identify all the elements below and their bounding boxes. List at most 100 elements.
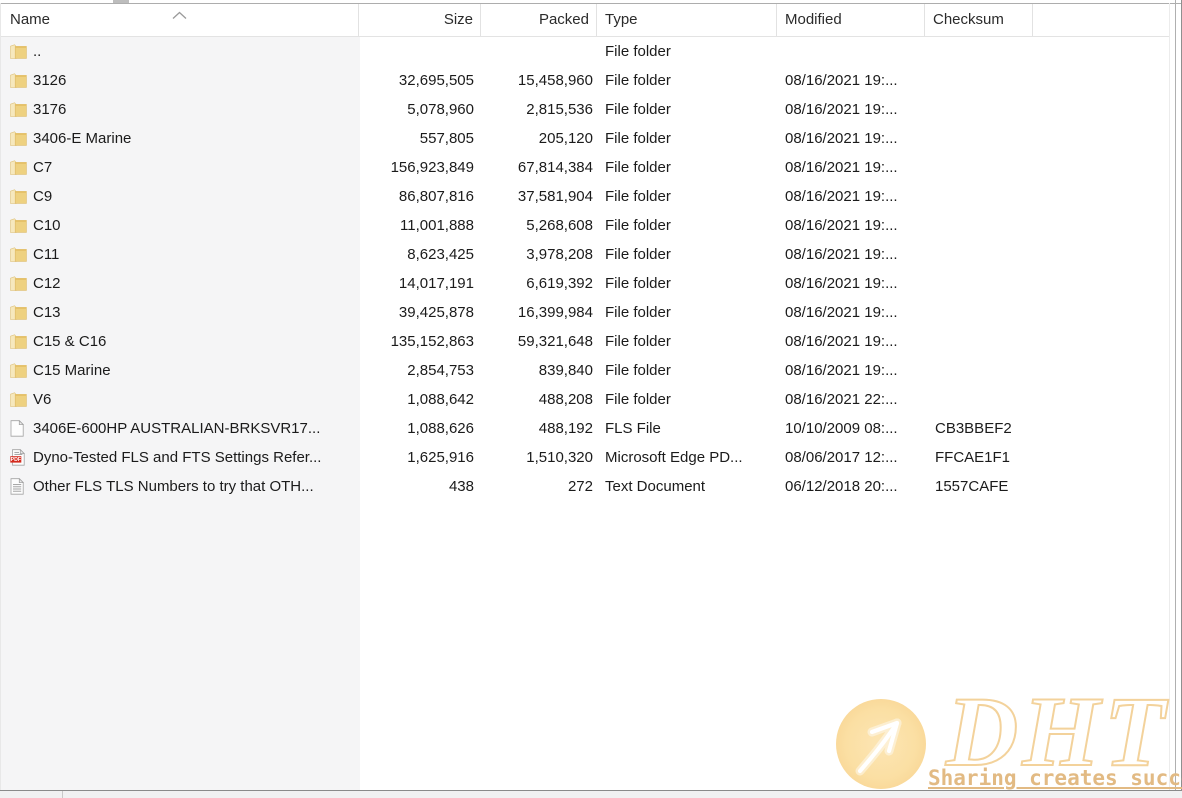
table-row[interactable]: V6 1,088,642 488,208 File folder 08/16/2… [0, 385, 1170, 414]
file-size: 557,805 [359, 124, 481, 153]
window-left-border [0, 3, 1, 790]
column-header-row: Name Size Packed Type Modified Checksum [0, 3, 1170, 37]
folder-icon [10, 102, 28, 118]
table-row[interactable]: C15 Marine 2,854,753 839,840 File folder… [0, 356, 1170, 385]
table-row[interactable]: 3406E-600HP AUSTRALIAN-BRKSVR17... 1,088… [0, 414, 1170, 443]
folder-icon [10, 160, 28, 176]
file-packed-size: 37,581,904 [481, 182, 597, 211]
file-packed-size: 16,399,984 [481, 298, 597, 327]
file-checksum [925, 95, 1033, 124]
file-type: File folder [597, 95, 777, 124]
file-name: C10 [33, 217, 61, 234]
file-modified-date: 10/10/2009 08:... [777, 414, 925, 443]
watermark-brand-text: DHT [946, 682, 1169, 782]
file-checksum [925, 182, 1033, 211]
column-header-type[interactable]: Type [597, 3, 777, 36]
file-name: C12 [33, 275, 61, 292]
table-row[interactable]: C12 14,017,191 6,619,392 File folder 08/… [0, 269, 1170, 298]
table-row[interactable]: 3126 32,695,505 15,458,960 File folder 0… [0, 66, 1170, 95]
file-type: File folder [597, 182, 777, 211]
text-file-icon [10, 479, 28, 495]
file-modified-date: 08/16/2021 19:... [777, 66, 925, 95]
file-checksum: 1557CAFE [925, 472, 1033, 501]
file-packed-size: 59,321,648 [481, 327, 597, 356]
file-size: 156,923,849 [359, 153, 481, 182]
file-size: 5,078,960 [359, 95, 481, 124]
folder-icon [10, 247, 28, 263]
file-checksum [925, 66, 1033, 95]
folder-icon [10, 189, 28, 205]
file-name: C13 [33, 304, 61, 321]
file-type: FLS File [597, 414, 777, 443]
window-top-notch [113, 0, 129, 3]
file-icon [10, 421, 28, 437]
column-header-packed-label: Packed [539, 11, 589, 28]
file-type: File folder [597, 153, 777, 182]
table-row[interactable]: C10 11,001,888 5,268,608 File folder 08/… [0, 211, 1170, 240]
table-row[interactable]: PDF Dyno-Tested FLS and FTS Settings Ref… [0, 443, 1170, 472]
folder-icon [10, 218, 28, 234]
file-packed-size: 67,814,384 [481, 153, 597, 182]
column-header-checksum[interactable]: Checksum [925, 3, 1033, 36]
folder-icon [10, 276, 28, 292]
file-checksum: FFCAE1F1 [925, 443, 1033, 472]
column-header-packed[interactable]: Packed [481, 3, 597, 36]
file-type: File folder [597, 327, 777, 356]
file-name: C15 & C16 [33, 333, 106, 350]
file-packed-size: 5,268,608 [481, 211, 597, 240]
file-list: .. File folder 3126 32,695,505 15,458,96… [0, 37, 1170, 501]
pdf-icon: PDF [10, 450, 28, 466]
file-packed-size: 6,619,392 [481, 269, 597, 298]
column-header-size[interactable]: Size [359, 3, 481, 36]
file-size: 32,695,505 [359, 66, 481, 95]
file-checksum [925, 124, 1033, 153]
file-packed-size: 2,815,536 [481, 95, 597, 124]
table-row[interactable]: C13 39,425,878 16,399,984 File folder 08… [0, 298, 1170, 327]
column-header-modified[interactable]: Modified [777, 3, 925, 36]
file-packed-size: 488,192 [481, 414, 597, 443]
column-header-type-label: Type [605, 11, 638, 28]
column-header-filler [1033, 3, 1170, 36]
svg-text:PDF: PDF [11, 457, 21, 463]
file-packed-size: 839,840 [481, 356, 597, 385]
watermark-circle [836, 699, 926, 789]
file-packed-size: 272 [481, 472, 597, 501]
list-right-edge [1169, 3, 1170, 790]
table-row[interactable]: C11 8,623,425 3,978,208 File folder 08/1… [0, 240, 1170, 269]
file-name: C11 [33, 246, 59, 263]
file-modified-date: 08/16/2021 19:... [777, 240, 925, 269]
file-checksum [925, 153, 1033, 182]
file-name: 3406-E Marine [33, 130, 131, 147]
file-modified-date: 08/16/2021 19:... [777, 95, 925, 124]
file-size: 86,807,816 [359, 182, 481, 211]
table-row[interactable]: 3176 5,078,960 2,815,536 File folder 08/… [0, 95, 1170, 124]
column-header-name-label: Name [10, 11, 50, 28]
chevron-up-icon [171, 7, 188, 24]
file-packed-size: 488,208 [481, 385, 597, 414]
column-header-size-label: Size [444, 11, 473, 28]
table-row[interactable]: Other FLS TLS Numbers to try that OTH...… [0, 472, 1170, 501]
folder-icon [10, 392, 28, 408]
column-header-modified-label: Modified [785, 11, 842, 28]
table-row[interactable]: 3406-E Marine 557,805 205,120 File folde… [0, 124, 1170, 153]
file-type: Microsoft Edge PD... [597, 443, 777, 472]
file-size: 8,623,425 [359, 240, 481, 269]
file-type: Text Document [597, 472, 777, 501]
table-row[interactable]: C15 & C16 135,152,863 59,321,648 File fo… [0, 327, 1170, 356]
table-row[interactable]: .. File folder [0, 37, 1170, 66]
file-checksum [925, 356, 1033, 385]
folder-icon [10, 363, 28, 379]
file-checksum [925, 385, 1033, 414]
table-row[interactable]: C7 156,923,849 67,814,384 File folder 08… [0, 153, 1170, 182]
window-right-border-inner [1175, 0, 1176, 791]
column-header-name[interactable]: Name [0, 3, 359, 36]
file-modified-date: 08/16/2021 19:... [777, 327, 925, 356]
folder-icon [10, 131, 28, 147]
folder-icon [10, 73, 28, 89]
file-modified-date: 06/12/2018 20:... [777, 472, 925, 501]
file-name: Dyno-Tested FLS and FTS Settings Refer..… [33, 449, 321, 466]
table-row[interactable]: C9 86,807,816 37,581,904 File folder 08/… [0, 182, 1170, 211]
file-checksum [925, 240, 1033, 269]
file-packed-size: 1,510,320 [481, 443, 597, 472]
file-name: .. [33, 43, 41, 60]
